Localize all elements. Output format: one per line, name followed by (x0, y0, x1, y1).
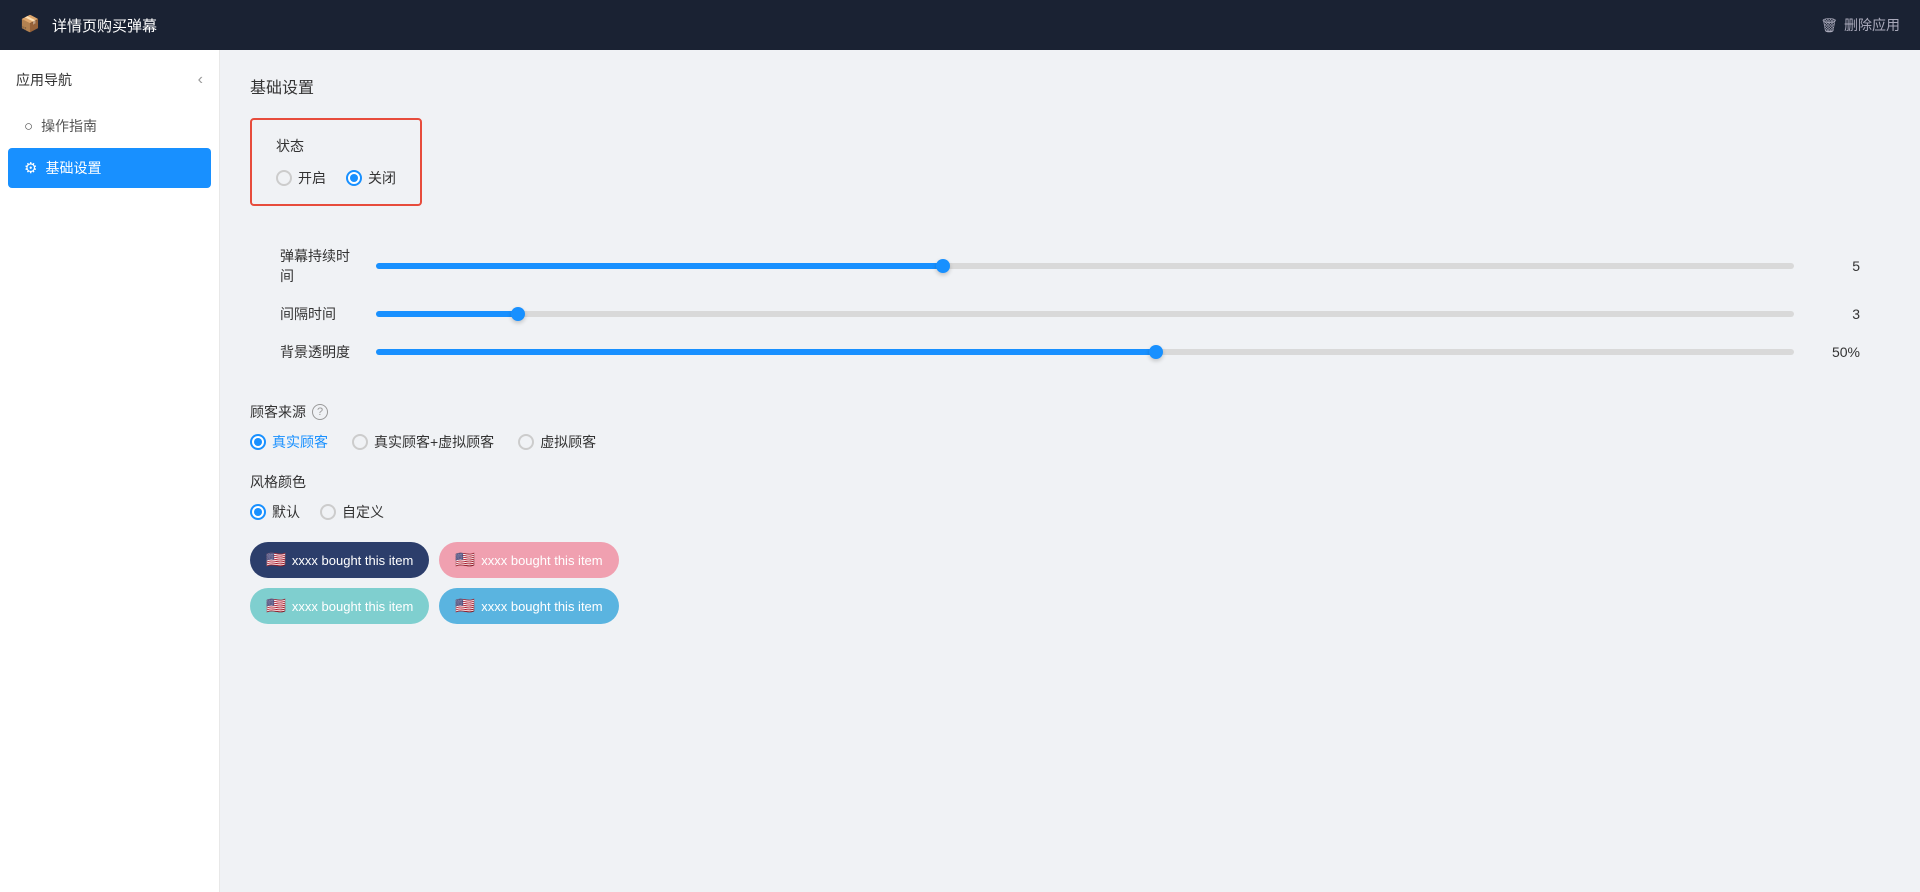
slider-interval-row: 间隔时间 3 (280, 304, 1860, 324)
sidebar-item-settings[interactable]: ⚙ 基础设置 (8, 148, 211, 188)
slider-interval-bg (376, 311, 1794, 317)
slider-opacity-thumb[interactable] (1149, 345, 1163, 359)
customer-source-section: 顾客来源 ? 真实顾客 真实顾客+虚拟顾客 虚拟顾客 (250, 402, 1890, 452)
slider-opacity-value: 50% (1810, 344, 1860, 360)
badge-dark-flag: 🇺🇸 (266, 550, 286, 570)
slider-interval-track[interactable] (376, 311, 1794, 317)
slider-opacity-row: 背景透明度 50% (280, 342, 1860, 362)
slider-interval-fill (376, 311, 518, 317)
style-custom-radio[interactable] (320, 504, 336, 520)
sidebar-collapse-button[interactable]: ‹ (198, 71, 203, 89)
customer-virtual-label: 虚拟顾客 (540, 432, 596, 452)
sidebar-item-guide[interactable]: ○ 操作指南 (8, 106, 211, 146)
status-open-label: 开启 (298, 168, 326, 188)
status-close-radio[interactable] (346, 170, 362, 186)
badge-dark[interactable]: 🇺🇸 xxxx bought this item (250, 542, 429, 578)
badge-teal[interactable]: 🇺🇸 xxxx bought this item (250, 588, 429, 624)
slider-duration-row: 弹幕持续时间 5 (280, 246, 1860, 286)
slider-duration-label: 弹幕持续时间 (280, 246, 360, 286)
customer-virtual-radio[interactable] (518, 434, 534, 450)
status-open-option[interactable]: 开启 (276, 168, 326, 188)
customer-real-radio[interactable] (250, 434, 266, 450)
customer-both-label: 真实顾客+虚拟顾客 (374, 432, 494, 452)
slider-interval-label: 间隔时间 (280, 304, 360, 324)
style-default-option[interactable]: 默认 (250, 502, 300, 522)
badges-preview: 🇺🇸 xxxx bought this item 🇺🇸 xxxx bought … (250, 542, 619, 624)
badge-pink-text: xxxx bought this item (481, 553, 602, 568)
sidebar: 应用导航 ‹ ○ 操作指南 ⚙ 基础设置 (0, 50, 220, 892)
status-close-label: 关闭 (368, 168, 396, 188)
main-layout: 应用导航 ‹ ○ 操作指南 ⚙ 基础设置 基础设置 状态 开启 关闭 (0, 50, 1920, 892)
customer-virtual-option[interactable]: 虚拟顾客 (518, 432, 596, 452)
slider-duration-fill (376, 263, 943, 269)
badge-pink[interactable]: 🇺🇸 xxxx bought this item (439, 542, 618, 578)
page-title: 基础设置 (250, 74, 1890, 98)
customer-real-option[interactable]: 真实顾客 (250, 432, 328, 452)
status-radio-group: 开启 关闭 (276, 168, 396, 188)
sliders-section: 弹幕持续时间 5 间隔时间 3 (250, 226, 1890, 382)
style-color-radio-group: 默认 自定义 (250, 502, 1890, 522)
sidebar-header: 应用导航 ‹ (0, 60, 219, 104)
slider-duration-value: 5 (1810, 258, 1860, 274)
sidebar-nav-label: 应用导航 (16, 70, 72, 90)
guide-icon: ○ (24, 118, 33, 135)
status-section: 状态 开启 关闭 (250, 118, 422, 206)
badge-lightblue-text: xxxx bought this item (481, 599, 602, 614)
slider-duration-track[interactable] (376, 263, 1794, 269)
delete-app-button[interactable]: 🗑 删除应用 (1820, 15, 1900, 35)
slider-opacity-bg (376, 349, 1794, 355)
customer-both-radio[interactable] (352, 434, 368, 450)
badge-teal-flag: 🇺🇸 (266, 596, 286, 616)
slider-interval-thumb[interactable] (511, 307, 525, 321)
status-close-option[interactable]: 关闭 (346, 168, 396, 188)
slider-opacity-fill (376, 349, 1156, 355)
customer-real-label: 真实顾客 (272, 432, 328, 452)
badge-lightblue-flag: 🇺🇸 (455, 596, 475, 616)
slider-duration-thumb[interactable] (936, 259, 950, 273)
sidebar-item-guide-label: 操作指南 (41, 116, 97, 136)
app-icon: 📦 (20, 14, 42, 36)
sidebar-item-settings-label: 基础设置 (45, 158, 101, 178)
status-open-radio[interactable] (276, 170, 292, 186)
style-custom-option[interactable]: 自定义 (320, 502, 384, 522)
badge-pink-flag: 🇺🇸 (455, 550, 475, 570)
main-content: 基础设置 状态 开启 关闭 弹幕持续时间 (220, 50, 1920, 892)
status-label: 状态 (276, 136, 396, 156)
customer-source-radio-group: 真实顾客 真实顾客+虚拟顾客 虚拟顾客 (250, 432, 1890, 452)
app-header: 📦 详情页购买弹幕 🗑 删除应用 (0, 0, 1920, 50)
customer-source-label: 顾客来源 ? (250, 402, 1890, 422)
help-icon[interactable]: ? (312, 404, 328, 420)
app-title: 详情页购买弹幕 (52, 15, 157, 36)
trash-icon: 🗑 (1820, 17, 1838, 34)
delete-label: 删除应用 (1844, 15, 1900, 35)
style-color-label: 风格颜色 (250, 472, 1890, 492)
customer-both-option[interactable]: 真实顾客+虚拟顾客 (352, 432, 494, 452)
style-default-radio[interactable] (250, 504, 266, 520)
slider-opacity-track[interactable] (376, 349, 1794, 355)
slider-opacity-label: 背景透明度 (280, 342, 360, 362)
header-left: 📦 详情页购买弹幕 (20, 14, 157, 36)
badge-teal-text: xxxx bought this item (292, 599, 413, 614)
settings-icon: ⚙ (24, 159, 37, 177)
style-default-label: 默认 (272, 502, 300, 522)
style-color-section: 风格颜色 默认 自定义 (250, 472, 1890, 522)
slider-duration-bg (376, 263, 1794, 269)
slider-interval-value: 3 (1810, 306, 1860, 322)
badge-dark-text: xxxx bought this item (292, 553, 413, 568)
badge-lightblue[interactable]: 🇺🇸 xxxx bought this item (439, 588, 618, 624)
style-custom-label: 自定义 (342, 502, 384, 522)
